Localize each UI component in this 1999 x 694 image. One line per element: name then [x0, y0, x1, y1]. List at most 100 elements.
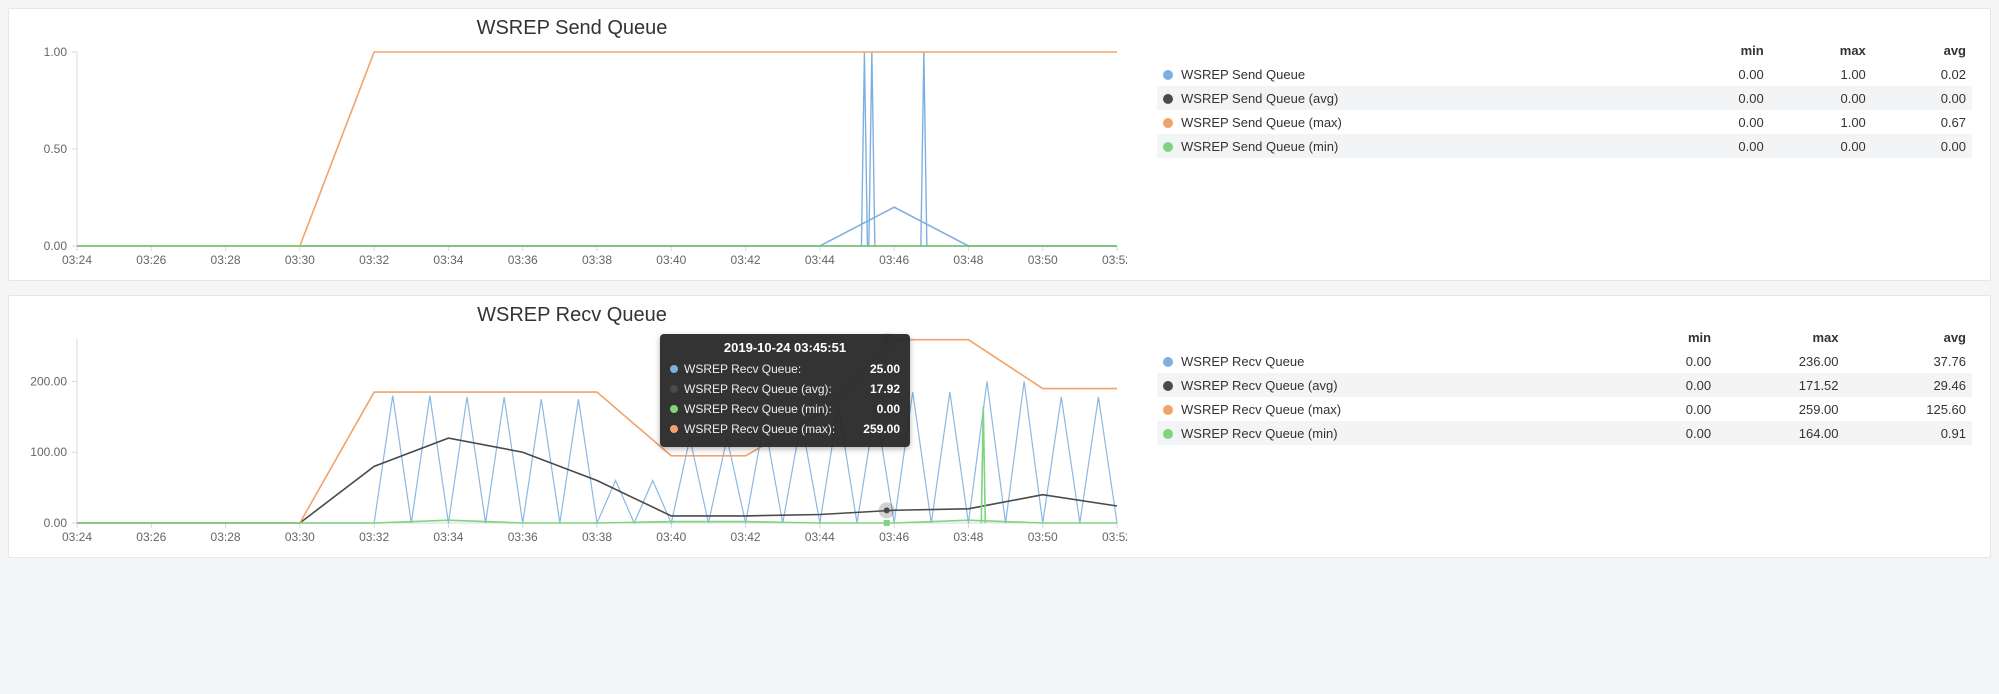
svg-text:03:40: 03:40: [656, 530, 686, 544]
legend-header-max: max: [1770, 39, 1872, 62]
chart-svg-recv[interactable]: 0.00100.00200.0003:2403:2603:2803:3003:3…: [17, 331, 1127, 551]
legend-row[interactable]: WSREP Recv Queue 0.00 236.00 37.76: [1157, 349, 1972, 373]
svg-text:0.00: 0.00: [44, 239, 68, 253]
svg-text:03:44: 03:44: [805, 253, 835, 267]
svg-text:1.00: 1.00: [44, 45, 68, 59]
legend-label: WSREP Recv Queue (min): [1181, 426, 1338, 441]
legend-row[interactable]: WSREP Send Queue 0.00 1.00 0.02: [1157, 62, 1972, 86]
svg-text:03:32: 03:32: [359, 253, 389, 267]
swatch-icon: [1163, 357, 1173, 367]
svg-text:03:24: 03:24: [62, 253, 92, 267]
legend-label: WSREP Recv Queue (avg): [1181, 378, 1338, 393]
legend-table: min max avg WSREP Recv Queue 0.00 236.00…: [1157, 326, 1972, 445]
legend-avg: 37.76: [1845, 349, 1972, 373]
legend-send: min max avg WSREP Send Queue 0.00 1.00 0…: [1127, 15, 1972, 274]
svg-text:100.00: 100.00: [30, 445, 67, 459]
svg-text:03:46: 03:46: [879, 253, 909, 267]
legend-min: 0.00: [1625, 421, 1717, 445]
legend-max: 236.00: [1717, 349, 1844, 373]
tooltip-title: 2019-10-24 03:45:51: [670, 340, 900, 355]
legend-min: 0.00: [1625, 373, 1717, 397]
tooltip-row: WSREP Recv Queue (min): 0.00: [670, 399, 900, 419]
chart-area-recv[interactable]: WSREP Recv Queue 0.00100.00200.0003:2403…: [17, 302, 1127, 551]
tooltip-label: WSREP Recv Queue:: [684, 359, 801, 379]
legend-label: WSREP Send Queue (min): [1181, 139, 1338, 154]
svg-text:03:42: 03:42: [731, 253, 761, 267]
legend-header-max: max: [1717, 326, 1844, 349]
legend-min: 0.00: [1625, 397, 1717, 421]
tooltip-value: 17.92: [856, 379, 900, 399]
legend-min: 0.00: [1625, 349, 1717, 373]
legend-max: 171.52: [1717, 373, 1844, 397]
svg-text:03:32: 03:32: [359, 530, 389, 544]
svg-text:03:38: 03:38: [582, 530, 612, 544]
legend-row[interactable]: WSREP Recv Queue (avg) 0.00 171.52 29.46: [1157, 373, 1972, 397]
svg-text:03:50: 03:50: [1028, 530, 1058, 544]
legend-label: WSREP Send Queue (avg): [1181, 91, 1338, 106]
legend-table: min max avg WSREP Send Queue 0.00 1.00 0…: [1157, 39, 1972, 158]
legend-avg: 0.00: [1872, 86, 1972, 110]
svg-text:03:48: 03:48: [953, 530, 983, 544]
legend-row[interactable]: WSREP Recv Queue (max) 0.00 259.00 125.6…: [1157, 397, 1972, 421]
svg-text:03:48: 03:48: [953, 253, 983, 267]
legend-avg: 0.67: [1872, 110, 1972, 134]
svg-text:200.00: 200.00: [30, 374, 67, 388]
svg-text:03:50: 03:50: [1028, 253, 1058, 267]
legend-max: 1.00: [1770, 62, 1872, 86]
legend-label: WSREP Recv Queue: [1181, 354, 1304, 369]
legend-avg: 0.02: [1872, 62, 1972, 86]
swatch-icon: [1163, 118, 1173, 128]
swatch-icon: [1163, 70, 1173, 80]
legend-header-min: min: [1625, 326, 1717, 349]
svg-text:03:24: 03:24: [62, 530, 92, 544]
chart-svg-send[interactable]: 0.00 0.50 1.00 03:24 03:26 03:28 03:30 03:32 03:…: [17, 44, 1127, 274]
swatch-icon: [670, 425, 678, 433]
svg-text:03:26: 03:26: [136, 253, 166, 267]
legend-header-avg: avg: [1845, 326, 1972, 349]
svg-text:03:30: 03:30: [285, 530, 315, 544]
tooltip-value: 259.00: [849, 419, 900, 439]
panel-recv-queue: WSREP Recv Queue 0.00 100.00 200.00 03:24 03…: [8, 295, 1991, 558]
legend-row[interactable]: WSREP Send Queue (avg) 0.00 0.00 0.00: [1157, 86, 1972, 110]
legend-row[interactable]: WSREP Recv Queue (min) 0.00 164.00 0.91: [1157, 421, 1972, 445]
chart-title: WSREP Recv Queue: [17, 304, 1127, 327]
tooltip-label: WSREP Recv Queue (max):: [684, 419, 835, 439]
legend-row[interactable]: WSREP Send Queue (max) 0.00 1.00 0.67: [1157, 110, 1972, 134]
chart-title: WSREP Send Queue: [17, 17, 1127, 40]
swatch-icon: [670, 405, 678, 413]
svg-text:03:44: 03:44: [805, 530, 835, 544]
swatch-icon: [1163, 405, 1173, 415]
legend-header-name: [1157, 39, 1670, 62]
svg-text:03:36: 03:36: [508, 253, 538, 267]
legend-max: 0.00: [1770, 86, 1872, 110]
tooltip-row: WSREP Recv Queue (avg): 17.92: [670, 379, 900, 399]
svg-text:03:38: 03:38: [582, 253, 612, 267]
tooltip-row: WSREP Recv Queue: 25.00: [670, 359, 900, 379]
svg-text:03:40: 03:40: [656, 253, 686, 267]
legend-header-name: [1157, 326, 1625, 349]
legend-avg: 125.60: [1845, 397, 1972, 421]
legend-label: WSREP Recv Queue (max): [1181, 402, 1341, 417]
legend-header-min: min: [1670, 39, 1770, 62]
chart-area-send[interactable]: WSREP Send Queue 0.000.501.0003:2403:260…: [17, 15, 1127, 274]
svg-text:03:28: 03:28: [211, 530, 241, 544]
tooltip-value: 25.00: [856, 359, 900, 379]
svg-text:03:42: 03:42: [731, 530, 761, 544]
svg-text:03:52: 03:52: [1102, 530, 1127, 544]
svg-text:0.50: 0.50: [44, 142, 68, 156]
legend-max: 1.00: [1770, 110, 1872, 134]
legend-min: 0.00: [1670, 134, 1770, 158]
swatch-icon: [1163, 381, 1173, 391]
legend-max: 0.00: [1770, 134, 1872, 158]
tooltip-label: WSREP Recv Queue (min):: [684, 399, 832, 419]
legend-avg: 0.00: [1872, 134, 1972, 158]
svg-text:03:30: 03:30: [285, 253, 315, 267]
legend-max: 164.00: [1717, 421, 1844, 445]
svg-text:03:52: 03:52: [1102, 253, 1127, 267]
svg-text:03:34: 03:34: [433, 253, 463, 267]
legend-row[interactable]: WSREP Send Queue (min) 0.00 0.00 0.00: [1157, 134, 1972, 158]
svg-text:03:28: 03:28: [211, 253, 241, 267]
swatch-icon: [1163, 142, 1173, 152]
swatch-icon: [670, 385, 678, 393]
legend-recv: min max avg WSREP Recv Queue 0.00 236.00…: [1127, 302, 1972, 551]
